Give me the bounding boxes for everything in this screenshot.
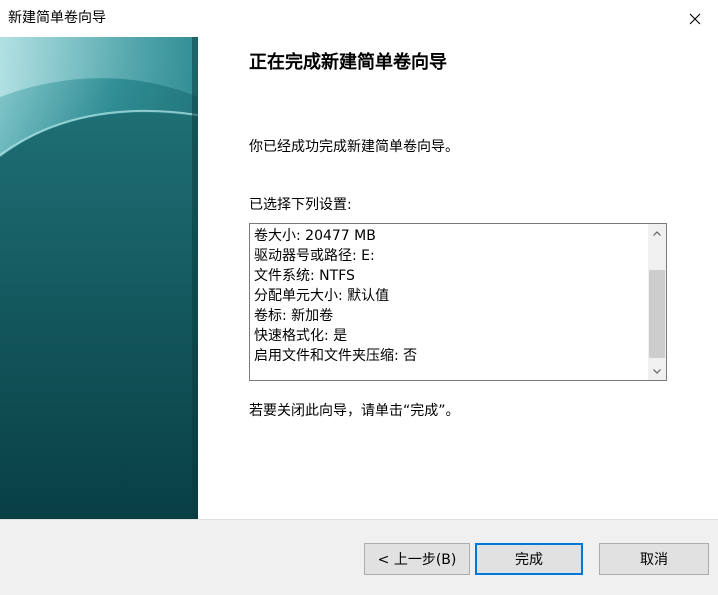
settings-list: 卷大小: 20477 MB 驱动器号或路径: E: 文件系统: NTFS 分配单… — [254, 226, 646, 366]
close-icon — [689, 13, 701, 24]
button-bar: < 上一步(B) 完成 取消 — [0, 519, 718, 595]
close-instruction: 若要关闭此向导，请单击“完成”。 — [249, 403, 460, 419]
settings-item: 文件系统: NTFS — [254, 268, 355, 284]
finish-button[interactable]: 完成 — [475, 543, 583, 575]
page-title: 正在完成新建简单卷向导 — [249, 52, 447, 73]
vertical-scrollbar[interactable] — [648, 224, 666, 380]
close-button[interactable] — [672, 0, 718, 37]
settings-item: 分配单元大小: 默认值 — [254, 288, 390, 304]
settings-item: 卷大小: 20477 MB — [254, 228, 376, 244]
settings-item: 驱动器号或路径: E: — [254, 248, 375, 264]
cancel-button[interactable]: 取消 — [599, 543, 709, 575]
scroll-thumb[interactable] — [649, 270, 665, 358]
back-button[interactable]: < 上一步(B) — [364, 543, 470, 575]
window-title: 新建简单卷向导 — [8, 10, 106, 26]
wizard-content: 正在完成新建简单卷向导 你已经成功完成新建简单卷向导。 已选择下列设置: 卷大小… — [198, 37, 718, 519]
scroll-up-button[interactable] — [648, 224, 666, 242]
completion-message: 你已经成功完成新建简单卷向导。 — [249, 139, 459, 155]
chevron-up-icon — [653, 230, 661, 236]
chevron-down-icon — [653, 368, 661, 374]
wizard-banner-image — [0, 37, 198, 519]
settings-item: 卷标: 新加卷 — [254, 308, 334, 324]
settings-item: 快速格式化: 是 — [254, 328, 348, 344]
settings-summary-textbox[interactable]: 卷大小: 20477 MB 驱动器号或路径: E: 文件系统: NTFS 分配单… — [249, 223, 667, 381]
scroll-down-button[interactable] — [648, 362, 666, 380]
settings-label: 已选择下列设置: — [249, 197, 352, 213]
settings-item: 启用文件和文件夹压缩: 否 — [254, 348, 418, 364]
title-bar: 新建简单卷向导 — [0, 0, 718, 37]
